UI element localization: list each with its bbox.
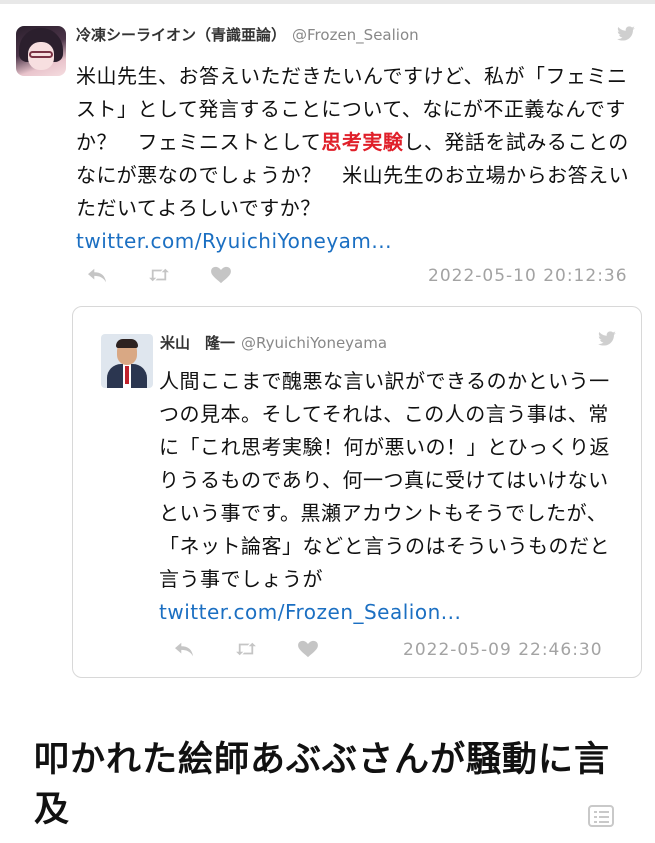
twitter-bird-icon[interactable] [597,331,617,347]
twitter-bird-icon[interactable] [616,26,636,42]
retweet-icon[interactable] [235,640,257,658]
user-handle[interactable]: @RyuichiYoneyama [241,334,387,352]
retweet-icon[interactable] [148,266,170,284]
tweet-link[interactable]: twitter.com/Frozen_Sealion... [159,600,461,624]
tweet-text-part: 人間ここまで醜悪な言い訳ができるのかという一つの見本。そしてそれは、この人の言う… [159,369,610,591]
quoted-tweet-author[interactable]: 米山 隆一 @RyuichiYoneyama [160,332,387,353]
main-tweet-author[interactable]: 冷凍シーライオン（青識亜論） @Frozen_Sealion [76,24,419,45]
main-tweet-text: 米山先生、お答えいただきたいんですけど、私が「フェミニスト」として発言することに… [76,60,646,258]
main-tweet-timestamp[interactable]: 2022-05-10 20:12:36 [428,266,628,286]
avatar[interactable] [101,334,153,388]
avatar[interactable] [16,26,66,76]
quoted-tweet-timestamp[interactable]: 2022-05-09 22:46:30 [403,640,603,660]
main-tweet-actions [86,266,232,284]
article-headline[interactable]: 叩かれた絵師あぶぶさんが騒動に言及 [34,735,634,835]
quoted-tweet[interactable]: 米山 隆一 @RyuichiYoneyama 人間ここまで醜悪な言い訳ができるのか… [72,306,642,678]
main-tweet: 冷凍シーライオン（青識亜論） @Frozen_Sealion 米山先生、お答えいた… [0,4,655,294]
tweet-link[interactable]: twitter.com/RyuichiYoneyam... [76,229,392,253]
like-icon[interactable] [210,266,232,284]
list-icon[interactable] [588,805,614,827]
display-name[interactable]: 冷凍シーライオン（青識亜論） [76,26,286,44]
display-name[interactable]: 米山 隆一 [160,334,235,352]
highlighted-keyword: 思考実験 [321,130,404,154]
quoted-tweet-actions [173,640,319,658]
user-handle[interactable]: @Frozen_Sealion [292,26,419,44]
reply-icon[interactable] [173,640,195,658]
like-icon[interactable] [297,640,319,658]
quoted-tweet-text: 人間ここまで醜悪な言い訳ができるのかという一つの見本。そしてそれは、この人の言う… [159,365,629,629]
reply-icon[interactable] [86,266,108,284]
